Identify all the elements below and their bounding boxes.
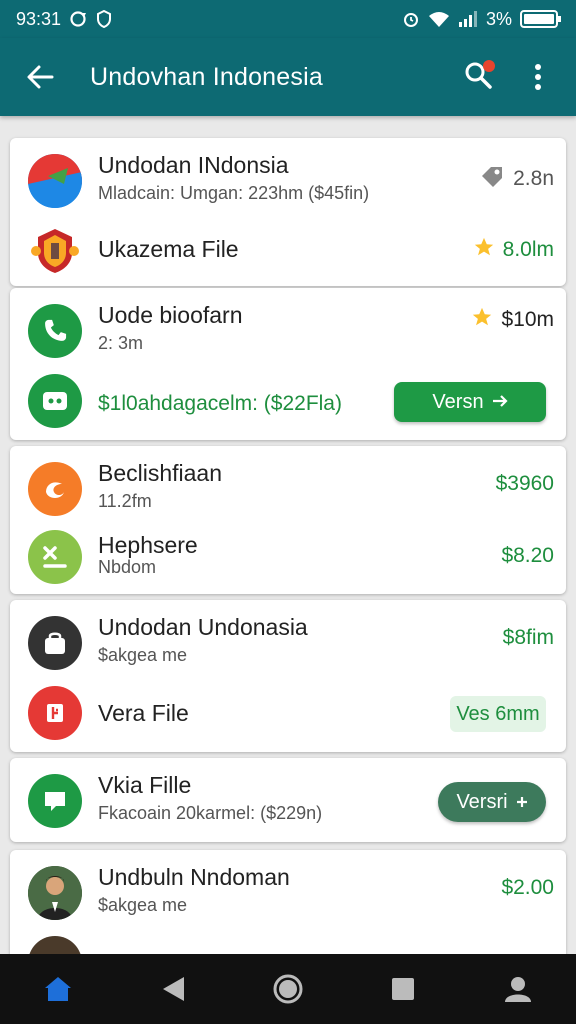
notification-dot [483, 60, 495, 72]
item-title: Undodan INdonsia [98, 152, 289, 178]
plus-icon [516, 791, 528, 814]
sync-icon [69, 10, 89, 28]
status-bar: 93:31 3% [0, 0, 576, 38]
navigation-bar [0, 954, 576, 1024]
tag-icon [479, 164, 505, 194]
crest-icon [28, 223, 82, 277]
item-subtitle: 11.2fm [98, 491, 152, 511]
item-size: 8.0lm [502, 238, 554, 261]
home-circle-icon[interactable] [264, 965, 312, 1013]
version-button[interactable]: Versn [394, 382, 546, 422]
back-arrow-icon[interactable] [22, 59, 58, 95]
message-icon [28, 774, 82, 828]
status-time: 93:31 [16, 8, 62, 29]
item-price: $8.20 [501, 544, 554, 567]
item-subtitle: $akgea me [98, 645, 188, 665]
chat-icon [28, 374, 82, 428]
list-item[interactable]: Undodan INdonsia Mladcain: Umgan: 223hm … [10, 148, 566, 214]
item-subtitle: Nbdom [98, 557, 157, 577]
version-button-label: Versri [456, 790, 508, 813]
version-pill[interactable]: Ves 6mm [450, 696, 546, 732]
item-price: $10m [501, 308, 554, 331]
more-vert-icon[interactable] [518, 57, 558, 97]
signal-icon [458, 10, 478, 28]
version-button-label: Versn [432, 390, 484, 413]
battery-percent: 3% [485, 8, 512, 29]
battery-icon [520, 9, 562, 29]
list-card: Undodan Undonasia $akgea me $8fim Vera F… [10, 600, 566, 752]
person-photo [28, 936, 82, 954]
list-item[interactable]: Undbuln Nndoman $akgea me $2.00 [10, 860, 566, 926]
item-subtitle: Mladcain: Umgan: 223hm ($‌45fin) [98, 183, 370, 203]
item-subtitle: $akgea me [98, 895, 188, 915]
back-triangle-icon[interactable] [149, 965, 197, 1013]
list-item[interactable]: Ukazema File 8.0lm [10, 220, 566, 280]
flag-icon [28, 154, 82, 208]
bag-icon [28, 616, 82, 670]
app-bar: Undovhan Indonesia [0, 38, 576, 116]
list-item[interactable]: Vkia Fille Fkacoain 20karmel: ($229n) Ve… [10, 768, 566, 834]
item-subtitle: Fkacoain 20karmel: ($229n) [98, 803, 323, 823]
item-subtitle: $1‌l0ahdagacelm: ($22Fla) [98, 392, 342, 415]
file-list: Undodan INdonsia Mladcain: Umgan: 223hm … [0, 116, 576, 954]
search-button[interactable] [458, 57, 498, 97]
item-title: Vera File [98, 700, 189, 726]
star-icon [473, 236, 495, 264]
item-title: Vkia Fille [98, 772, 192, 798]
item-price: $2.00 [501, 876, 554, 899]
alarm-icon [402, 10, 420, 28]
page-title: Undovhan Indonesia [90, 62, 323, 91]
shield-icon [97, 10, 112, 28]
list-item[interactable]: Undodan Undonasia $akgea me $8fim [10, 610, 566, 676]
list-card: Vkia Fille Fkacoain 20karmel: ($229n) Ve… [10, 758, 566, 842]
profile-icon[interactable] [494, 965, 542, 1013]
item-title: Beclishfiaan [98, 460, 223, 486]
list-item[interactable]: Hephsere Nbdom $8.20 [10, 526, 566, 590]
item-title: Uode bioofarn [98, 302, 243, 328]
recents-square-icon[interactable] [379, 965, 427, 1013]
list-item[interactable]: Uode bioofarn 2: 3m $10m [10, 298, 566, 364]
person-photo [28, 866, 82, 920]
item-subtitle: 2: 3m [98, 333, 144, 353]
wifi-icon [428, 10, 450, 28]
list-card: Uode bioofarn 2: 3m $10m $1‌l0ahdagacelm… [10, 288, 566, 440]
item-title: Ukazema File [98, 236, 239, 262]
list-card: Beclishfiaan 11.2fm $3960 Hephsere Nbdom… [10, 446, 566, 594]
version-button[interactable]: Versri [438, 782, 546, 822]
lime-app-icon [28, 530, 82, 584]
list-item[interactable]: Beclishfiaan 11.2fm $3960 [10, 456, 566, 522]
red-app-icon [28, 686, 82, 740]
list-card: Undbuln Nndoman $akgea me $2.00 [10, 850, 566, 954]
star-icon [471, 306, 493, 334]
list-card: Undodan INdonsia Mladcain: Umgan: 223hm … [10, 138, 566, 286]
item-title: Undbuln Nndoman [98, 864, 290, 890]
item-price: $3960 [495, 472, 554, 495]
list-item[interactable]: Vera File Ves 6mm [10, 682, 566, 746]
item-price: $8fim [502, 626, 554, 649]
item-title: Hephsere [98, 532, 198, 558]
item-size: 2.8n [513, 167, 554, 190]
orange-app-icon [28, 462, 82, 516]
arrow-right-icon [492, 391, 508, 414]
list-item[interactable]: $1‌l0ahdagacelm: ($22Fla) Versn [10, 370, 566, 434]
item-title: Undodan Undonasia [98, 614, 308, 640]
home-icon[interactable] [34, 965, 82, 1013]
phone-icon [28, 304, 82, 358]
